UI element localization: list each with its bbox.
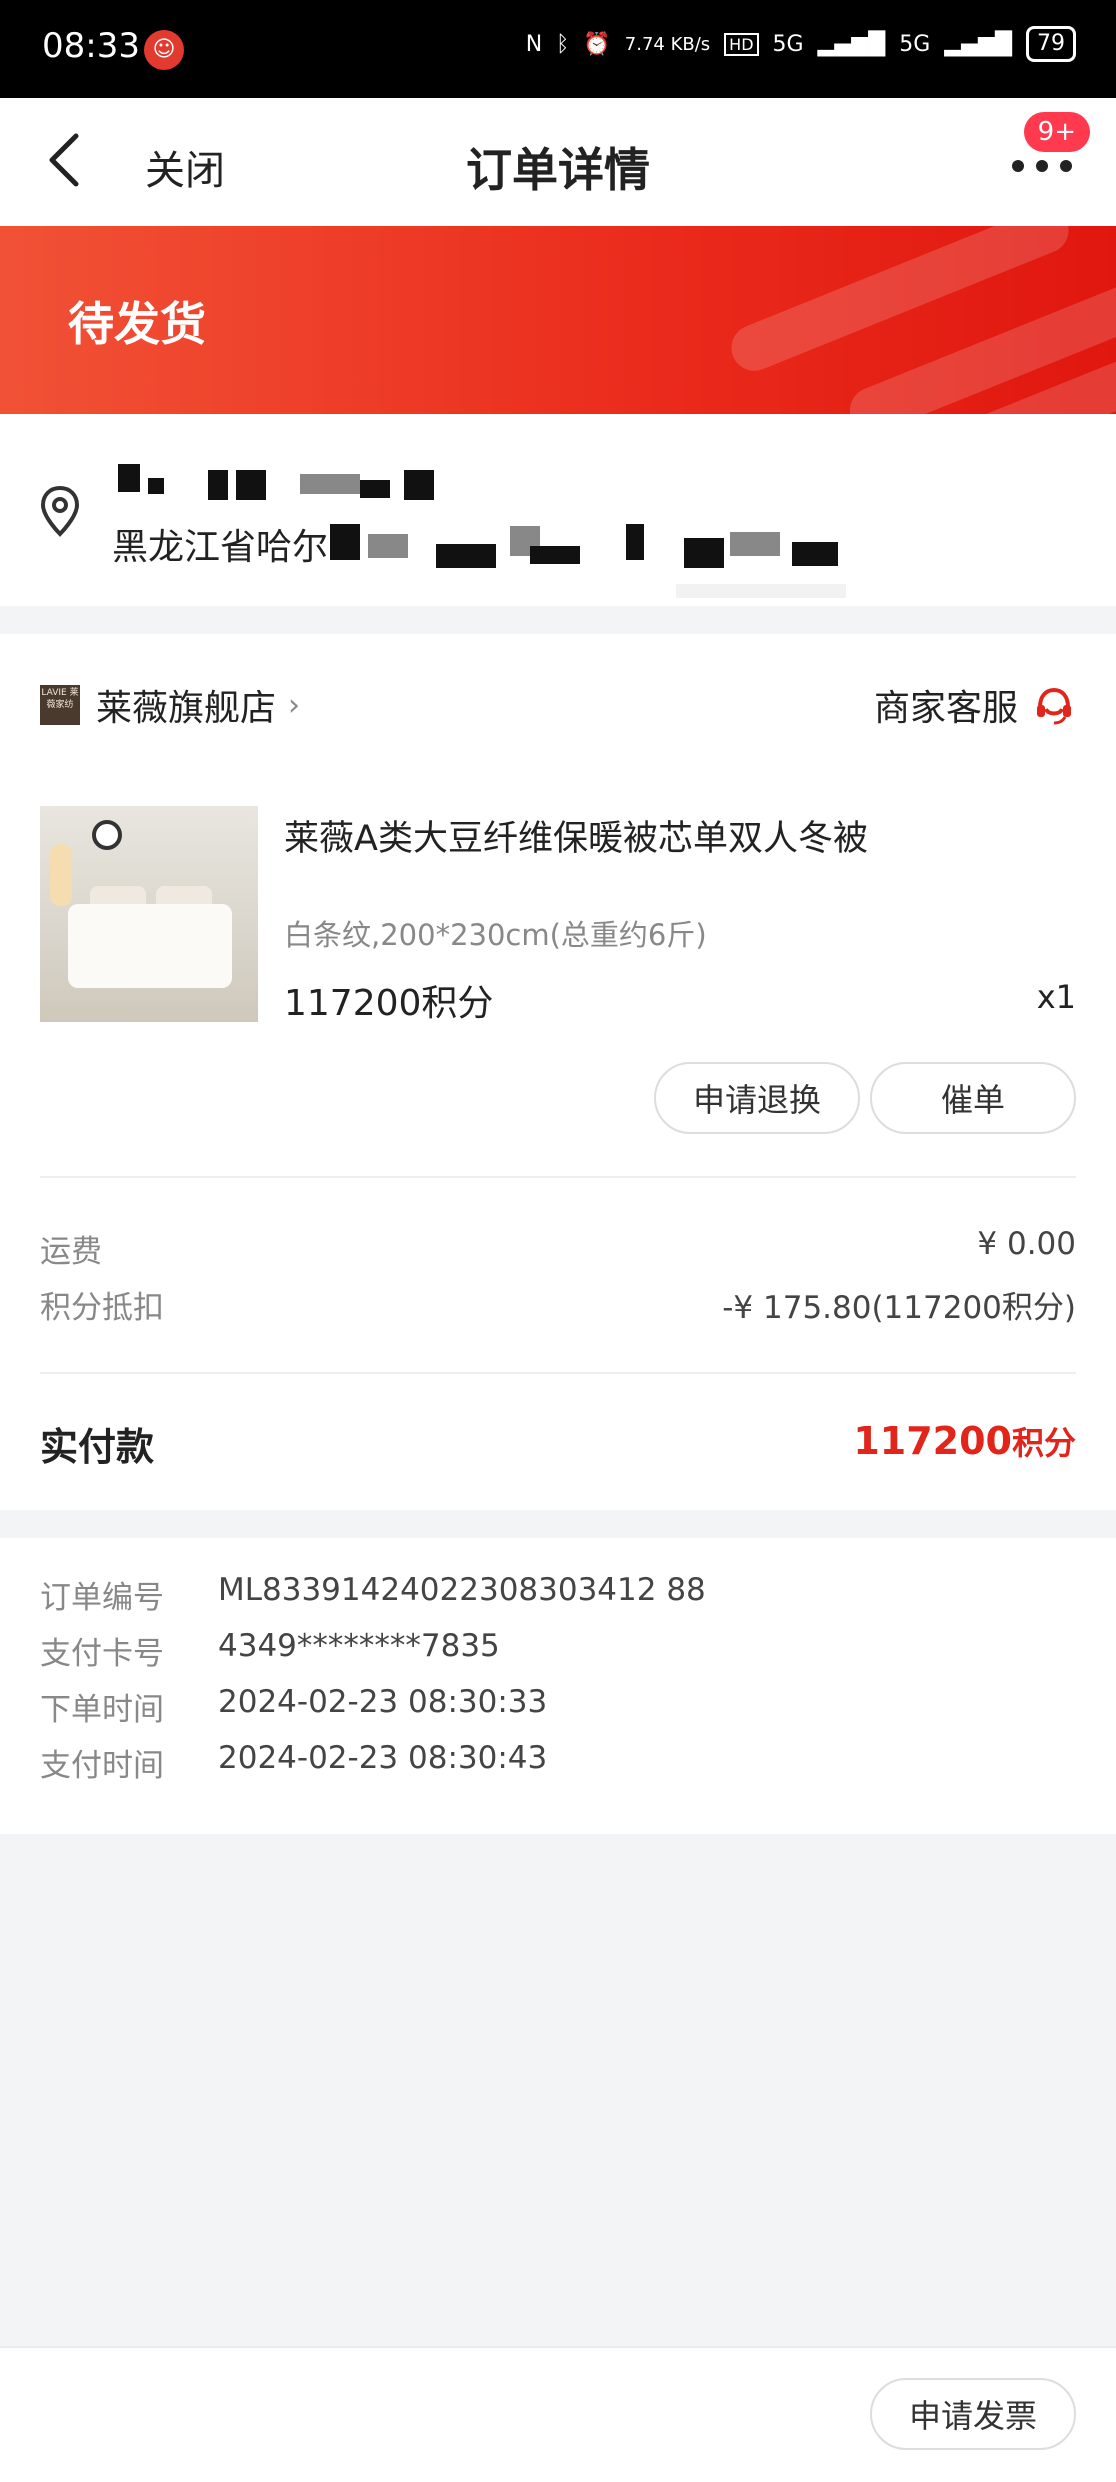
request-refund-button[interactable]: 申请退换 [654, 1062, 860, 1134]
urge-shipment-button[interactable]: 催单 [870, 1062, 1076, 1134]
shop-logo: LAVIE 莱薇家纺 [40, 685, 80, 725]
order-status-text: 待发货 [68, 297, 206, 351]
address-detail: 黑龙江省哈尔 [112, 527, 329, 568]
image-lamp-decoration [50, 844, 72, 906]
order-info-card: 订单编号 ML83391424022308303412 88 支付卡号 4349… [0, 1538, 1116, 1834]
amount-paid-value: 117200积分 [853, 1418, 1076, 1464]
nfc-icon: N [525, 31, 543, 57]
page-title: 订单详情 [466, 143, 650, 197]
status-time: 08:33 [42, 26, 140, 66]
order-card: LAVIE 莱薇家纺 莱薇旗舰店 › 商家客服 莱薇A类大豆纤维保暖被芯单双人冬… [0, 634, 1116, 1510]
headset-icon [1037, 687, 1071, 725]
location-pin-icon [40, 485, 80, 537]
signal-1-label: 5G [772, 31, 804, 57]
signal-2-label: 5G [899, 31, 931, 57]
product-price: 117200积分 [284, 983, 494, 1024]
shipping-fee-value: ¥ 0.00 [977, 1226, 1076, 1262]
image-flower-decoration [92, 820, 122, 850]
network-speed: 7.74 KB/s [624, 33, 711, 55]
product-spec: 白条纹,200*230cm(总重约6斤) [284, 918, 707, 952]
battery-indicator: 79 [1026, 26, 1076, 62]
order-time-label: 下单时间 [40, 1692, 164, 1728]
chevron-right-icon: › [288, 687, 301, 723]
merchant-service-label: 商家客服 [873, 688, 1018, 729]
message-badge: 9+ [1023, 112, 1090, 152]
nav-bar: 关闭 订单详情 9+ [0, 98, 1116, 226]
order-number-value[interactable]: ML83391424022308303412 88 [218, 1572, 706, 1608]
amount-paid-number: 117200 [853, 1419, 1012, 1463]
product-quantity: x1 [1036, 978, 1076, 1016]
status-bar: 08:33 ☺ N ᛒ ⏰ 7.74 KB/s HD 5G ▂▄▆█ 5G ▂▄… [0, 0, 1116, 98]
merchant-service-button[interactable]: 商家客服 [874, 678, 1076, 732]
payment-time-value: 2024-02-23 08:30:43 [218, 1740, 548, 1776]
payment-time-label: 支付时间 [40, 1748, 164, 1784]
points-deduction-value: -¥ 175.80(117200积分) [722, 1290, 1076, 1326]
bluetooth-icon: ᛒ [556, 31, 570, 57]
points-deduction-label: 积分抵扣 [40, 1290, 164, 1326]
signal-1-icon: ▂▄▆█ [817, 31, 886, 57]
shipping-fee-label: 运费 [40, 1234, 102, 1270]
card-number-value: 4349********7835 [218, 1628, 500, 1664]
product-image[interactable] [40, 806, 258, 1022]
request-invoice-button[interactable]: 申请发票 [870, 2378, 1076, 2450]
shop-name: 莱薇旗舰店 [96, 688, 277, 729]
product-title[interactable]: 莱薇A类大豆纤维保暖被芯单双人冬被 [284, 810, 868, 861]
card-number-label: 支付卡号 [40, 1636, 164, 1672]
order-time-value: 2024-02-23 08:30:33 [218, 1684, 548, 1720]
divider [40, 1176, 1076, 1178]
shipping-address-card[interactable]: 黑龙江省哈尔 [0, 414, 1116, 606]
alarm-icon: ⏰ [583, 31, 611, 57]
amount-paid-label: 实付款 [40, 1425, 155, 1469]
shop-link[interactable]: LAVIE 莱薇家纺 莱薇旗舰店 › [40, 678, 300, 732]
amount-paid-unit: 积分 [1011, 1424, 1076, 1462]
divider [40, 1372, 1076, 1374]
signal-2-icon: ▂▄▆█ [944, 31, 1012, 57]
app-notification-icon: ☺ [144, 30, 184, 70]
bottom-action-bar: 申请发票 [0, 2346, 1116, 2482]
order-status-banner: 待发货 [0, 226, 1116, 414]
hd-icon: HD [724, 32, 759, 56]
status-indicators: N ᛒ ⏰ 7.74 KB/s HD 5G ▂▄▆█ 5G ▂▄▆█ 79 [526, 26, 1076, 62]
image-bed [68, 904, 232, 988]
order-number-label: 订单编号 [40, 1580, 164, 1616]
